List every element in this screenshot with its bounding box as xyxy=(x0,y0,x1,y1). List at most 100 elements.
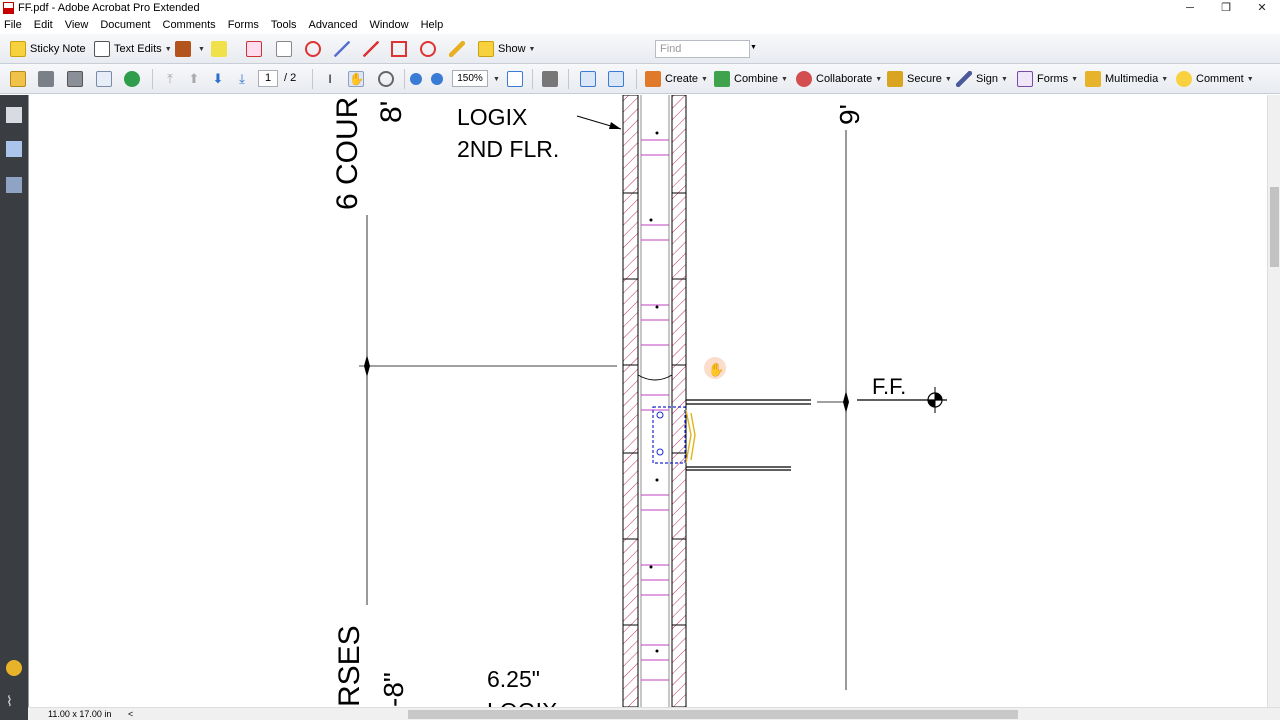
menu-help[interactable]: Help xyxy=(421,19,444,31)
text-edits-button[interactable]: Text Edits ▼ xyxy=(94,40,172,58)
arrow-tool-button[interactable] xyxy=(334,40,354,58)
text-box-button[interactable] xyxy=(276,40,296,58)
share-button[interactable] xyxy=(124,70,144,88)
document-view[interactable]: F.F. 6 COUR 8' 9' RSES -8" LOGIX 2ND FLR… xyxy=(28,95,1267,707)
markup-toolbar: Sticky Note Text Edits ▼ ▼ Show ▼ xyxy=(0,34,1280,64)
zoom-in-button[interactable] xyxy=(431,70,447,88)
find-input[interactable]: Find xyxy=(655,40,750,58)
logix-bottom-label: LOGIX xyxy=(487,698,557,707)
oval-tool-button[interactable] xyxy=(420,40,440,58)
vertical-scrollbar[interactable] xyxy=(1267,95,1280,707)
horizontal-scroll-thumb[interactable] xyxy=(408,710,1018,719)
pages-icon[interactable] xyxy=(6,107,22,123)
menu-document[interactable]: Document xyxy=(100,19,150,31)
pencil-icon xyxy=(449,41,465,57)
combine-button[interactable]: Combine ▼ xyxy=(714,70,788,88)
sticky-note-button[interactable]: Sticky Note xyxy=(10,40,86,58)
forms-label: Forms xyxy=(1037,73,1069,85)
rectangle-tool-button[interactable] xyxy=(391,40,411,58)
menu-edit[interactable]: Edit xyxy=(34,19,53,31)
show-menu-button[interactable]: Show ▼ xyxy=(478,40,535,58)
attach-icon xyxy=(246,41,262,57)
window-title: FF.pdf - Adobe Acrobat Pro Extended xyxy=(18,2,200,14)
signatures-icon[interactable] xyxy=(6,177,22,193)
collaborate-label: Collaborate xyxy=(816,73,873,85)
menu-file[interactable]: File xyxy=(4,19,22,31)
email-button[interactable] xyxy=(96,70,116,88)
zoom-dropdown[interactable]: ▼ xyxy=(490,70,500,88)
first-page-button[interactable]: ⤒ xyxy=(162,70,182,88)
bookmarks-icon[interactable] xyxy=(6,141,22,157)
zoom-out-button[interactable] xyxy=(410,70,426,88)
snapshot-button[interactable] xyxy=(542,70,562,88)
create-button[interactable]: Create ▼ xyxy=(645,70,708,88)
comment-icon xyxy=(1176,71,1192,87)
menu-view[interactable]: View xyxy=(65,19,89,31)
interior-wythe-hatch xyxy=(671,95,687,707)
sign-button[interactable]: Sign ▼ xyxy=(956,70,1008,88)
attach-file-button[interactable] xyxy=(246,40,266,58)
close-button[interactable]: ✕ xyxy=(1244,0,1280,16)
courses-bottom-label: RSES xyxy=(333,625,366,707)
comment-button[interactable]: Comment ▼ xyxy=(1176,70,1254,88)
sign-pen-icon xyxy=(956,71,972,87)
last-page-icon: ⤓ xyxy=(239,71,245,86)
zoom-input[interactable]: 150% xyxy=(452,70,488,87)
fit-page-button[interactable] xyxy=(507,70,527,88)
multimedia-button[interactable]: Multimedia ▼ xyxy=(1085,70,1168,88)
scrolling-mode-button[interactable] xyxy=(580,70,600,88)
marquee-zoom-button[interactable] xyxy=(378,70,398,88)
save-icon xyxy=(67,71,83,87)
create-icon xyxy=(645,71,661,87)
forms-button[interactable]: Forms ▼ xyxy=(1017,70,1078,88)
restore-button[interactable]: ❐ xyxy=(1208,0,1244,16)
highlight-text-button[interactable] xyxy=(211,40,231,58)
ff-label: F.F. xyxy=(872,374,906,399)
collaborate-icon xyxy=(796,71,812,87)
next-page-button[interactable]: ⬇ xyxy=(210,70,230,88)
line-tool-button[interactable] xyxy=(363,40,383,58)
menu-comments[interactable]: Comments xyxy=(163,19,216,31)
tasks-toolbar: ⤒ ⬆ ⬇ ⤓ I ✋ ▼ Create ▼ Combine ▼ Collabora… xyxy=(0,64,1280,94)
multimedia-icon xyxy=(1085,71,1101,87)
sign-label: Sign xyxy=(976,73,999,85)
scroll-left-icon[interactable]: < xyxy=(128,708,133,720)
last-page-button[interactable]: ⤓ xyxy=(234,70,254,88)
minimize-button[interactable]: ─ xyxy=(1172,0,1208,16)
find-dropdown-icon[interactable]: ▼ xyxy=(750,44,757,51)
menu-forms[interactable]: Forms xyxy=(228,19,259,31)
zoom-in-icon xyxy=(431,73,443,85)
attachments-icon[interactable]: ⌇ xyxy=(6,693,22,709)
save-button[interactable] xyxy=(67,70,87,88)
secure-button[interactable]: Secure ▼ xyxy=(887,70,952,88)
collaborate-button[interactable]: Collaborate ▼ xyxy=(796,70,882,88)
stamp-button[interactable]: ▼ xyxy=(175,40,205,58)
menu-window[interactable]: Window xyxy=(369,19,408,31)
hand-tool-button[interactable]: ✋ xyxy=(348,70,368,88)
previous-page-button[interactable]: ⬆ xyxy=(186,70,206,88)
text-edits-label: Text Edits xyxy=(114,43,162,55)
open-button[interactable] xyxy=(10,70,30,88)
print-button[interactable] xyxy=(38,70,58,88)
multimedia-label: Multimedia xyxy=(1105,73,1159,85)
page-number-input[interactable]: 1 xyxy=(258,70,278,87)
fit-page-icon xyxy=(507,71,523,87)
oval-icon xyxy=(420,41,436,57)
highlight-icon xyxy=(211,41,227,57)
select-tool-button[interactable]: I xyxy=(322,70,342,88)
menu-advanced[interactable]: Advanced xyxy=(309,19,358,31)
comments-panel-icon[interactable] xyxy=(6,660,22,676)
page-total: / 2 xyxy=(284,72,297,84)
pencil-tool-button[interactable] xyxy=(449,40,469,58)
email-icon xyxy=(96,71,112,87)
full-screen-button[interactable] xyxy=(608,70,628,88)
comment-label: Comment xyxy=(1196,73,1244,85)
menu-tools[interactable]: Tools xyxy=(271,19,297,31)
vertical-scroll-thumb[interactable] xyxy=(1270,187,1279,267)
hand-icon: ✋ xyxy=(348,71,364,87)
cloud-tool-button[interactable] xyxy=(305,40,325,58)
hand-cursor-icon: ✋ xyxy=(708,362,724,377)
camera-icon xyxy=(542,71,558,87)
forms-icon xyxy=(1017,71,1033,87)
create-label: Create xyxy=(665,73,699,85)
